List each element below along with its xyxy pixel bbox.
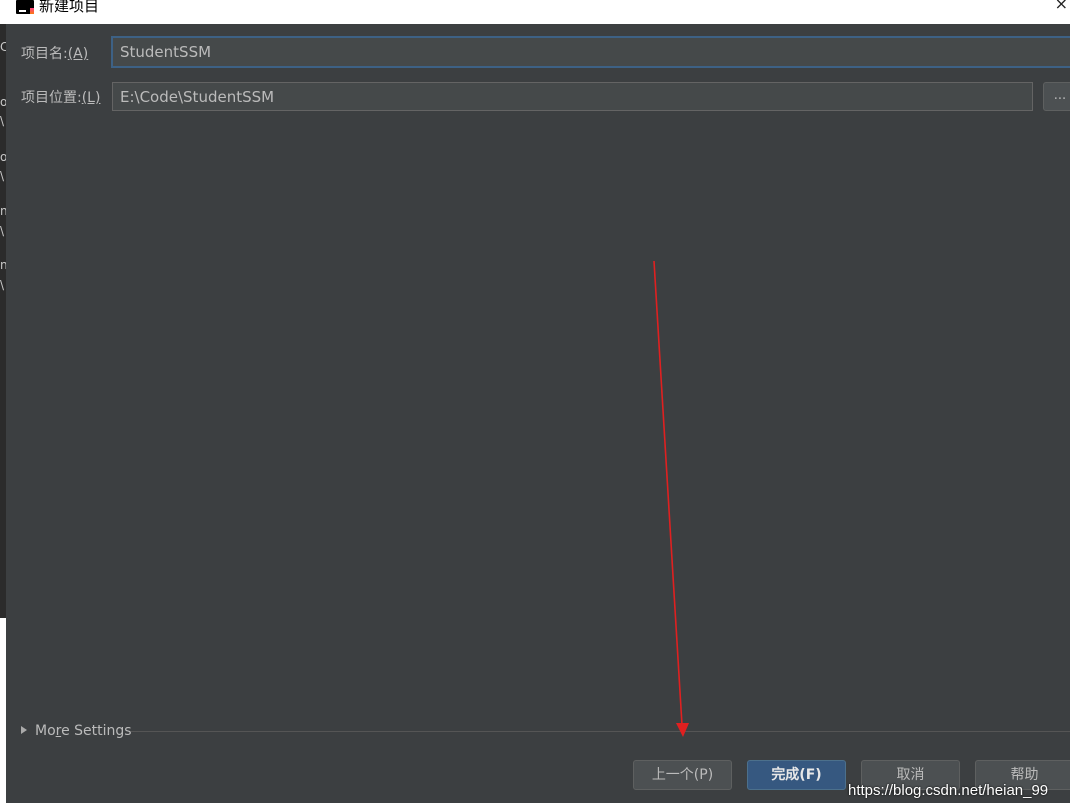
project-location-label: 项目位置:(L) bbox=[21, 90, 101, 106]
finish-button[interactable]: 完成(F) bbox=[747, 760, 846, 790]
more-settings-toggle[interactable]: More Settings bbox=[21, 723, 132, 739]
watermark-text: https://blog.csdn.net/heian_99 bbox=[848, 782, 1049, 799]
expand-triangle-icon bbox=[21, 726, 27, 734]
new-project-dialog: 项目名:(A) StudentSSM 项目位置:(L) E:\Code\Stud… bbox=[6, 24, 1070, 803]
project-location-input[interactable]: E:\Code\StudentSSM bbox=[112, 82, 1033, 111]
intellij-app-icon bbox=[16, 0, 34, 14]
window-title: 新建项目 bbox=[39, 0, 100, 15]
browse-button[interactable]: ... bbox=[1043, 82, 1070, 111]
close-icon[interactable]: × bbox=[1055, 0, 1068, 13]
previous-button[interactable]: 上一个(P) bbox=[633, 760, 732, 790]
project-name-input[interactable]: StudentSSM bbox=[111, 36, 1070, 68]
settings-separator bbox=[131, 731, 1070, 732]
title-bar: 新建项目 × bbox=[0, 0, 1070, 24]
project-name-label: 项目名:(A) bbox=[21, 46, 89, 62]
